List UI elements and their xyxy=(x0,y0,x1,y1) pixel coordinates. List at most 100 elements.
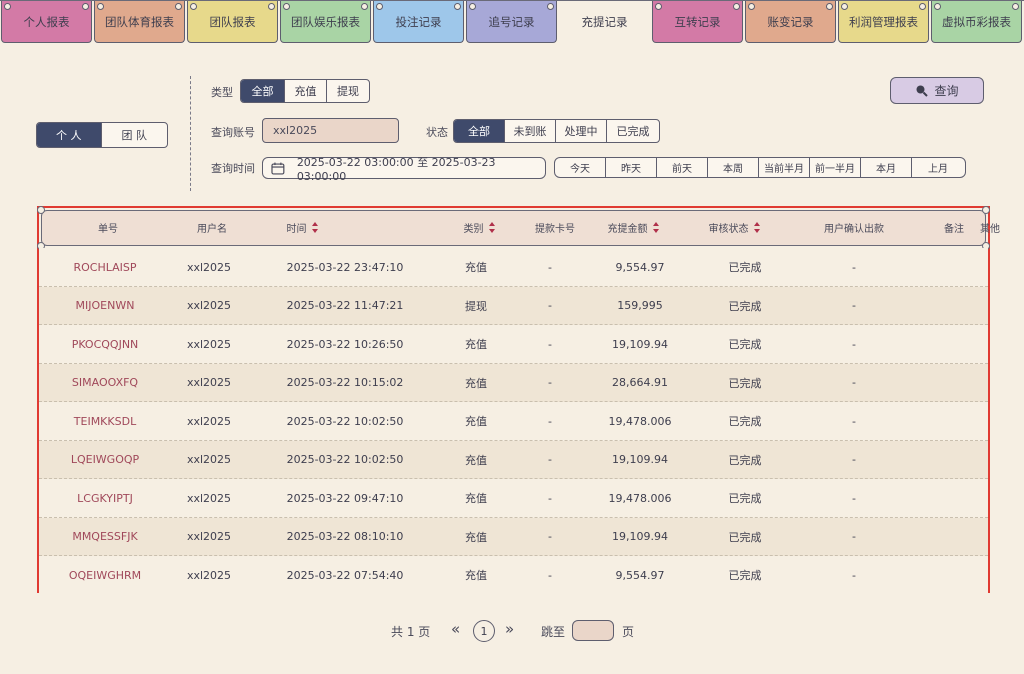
table-row[interactable]: MIJOENWN xxl2025 2025-03-22 11:47:21 提现 - 159… xyxy=(39,286,988,325)
tab-1[interactable]: 团队体育报表 xyxy=(94,1,185,43)
tab-6[interactable]: 充提记录 xyxy=(559,1,650,43)
table-row[interactable]: TEIMKKSDL xxl2025 2025-03-22 10:02:50 充值 - 19… xyxy=(39,402,988,441)
tab-3[interactable]: 团队娱乐报表 xyxy=(280,1,371,43)
column-header-8: 备注 xyxy=(936,211,972,244)
cell-category: 充值 xyxy=(465,338,487,351)
table-row[interactable]: LCGKYIPTJ xxl2025 2025-03-22 09:47:10 充值 - 19… xyxy=(39,479,988,518)
table-row[interactable]: MMQESSFJK xxl2025 2025-03-22 08:10:10 充值 - 19… xyxy=(39,517,988,556)
page-number-current[interactable]: 1 xyxy=(473,620,495,642)
column-header-3[interactable]: 类别 xyxy=(449,211,509,244)
status-option-1[interactable]: 未到账 xyxy=(505,120,556,142)
tab-4[interactable]: 投注记录 xyxy=(373,1,464,43)
tab-label: 个人报表 xyxy=(23,14,70,29)
column-header-label: 审核状态 xyxy=(708,224,749,235)
column-header-2[interactable]: 时间 xyxy=(227,211,377,244)
cell-order-id[interactable]: OQEIWGHRM xyxy=(50,556,160,594)
search-icon xyxy=(916,85,929,97)
cell-card-number: - xyxy=(548,453,552,466)
cell-username: xxl2025 xyxy=(186,299,232,312)
scope-option-1[interactable]: 团 队 xyxy=(102,123,168,147)
quick-range-4[interactable]: 当前半月 xyxy=(759,158,810,177)
cell-order-id[interactable]: LQEIWGOQP xyxy=(50,441,160,479)
tab-label: 团队体育报表 xyxy=(105,14,174,29)
column-header-5[interactable]: 充提金额 xyxy=(588,211,678,244)
quick-range-2[interactable]: 前天 xyxy=(657,158,708,177)
table-header: 单号 用户名 时间 类别 提款卡号 充提金额 审核状态 用户确认出款 备注 其他 xyxy=(37,206,1000,250)
cell-user-confirm: - xyxy=(852,453,856,466)
quick-range-3[interactable]: 本周 xyxy=(708,158,759,177)
table-row[interactable]: SIMAOOXFQ xxl2025 2025-03-22 10:15:02 充值 - 28… xyxy=(39,363,988,402)
type-option-0[interactable]: 全部 xyxy=(241,80,285,102)
prev-page-button[interactable]: « xyxy=(451,620,460,638)
status-filter: 全部 未到账 处理中 已完成 xyxy=(453,119,660,143)
tab-2[interactable]: 团队报表 xyxy=(187,1,278,43)
cell-order-id[interactable]: TEIMKKSDL xyxy=(50,402,160,440)
quick-range-5[interactable]: 前一半月 xyxy=(810,158,861,177)
column-header-label: 单号 xyxy=(98,224,118,235)
table-row[interactable]: ROCHLAISP xxl2025 2025-03-22 23:47:10 充值 - 9,… xyxy=(39,248,988,287)
cell-card-number: - xyxy=(548,491,552,505)
cell-order-id[interactable]: MMQESSFJK xyxy=(50,518,160,556)
tab-label: 团队娱乐报表 xyxy=(291,14,360,29)
cell-category: 充值 xyxy=(465,492,487,505)
tab-corner-knob xyxy=(82,3,89,10)
total-pages: 共 1 页 xyxy=(391,625,431,639)
tab-8[interactable]: 账变记录 xyxy=(745,1,836,43)
table-body: ROCHLAISP xxl2025 2025-03-22 23:47:10 充值 - 9,… xyxy=(39,248,988,595)
quick-range-6[interactable]: 本月 xyxy=(861,158,912,177)
pagination: 共 1 页 « 1 » 跳至 页 xyxy=(0,620,1024,642)
sort-icon[interactable] xyxy=(753,222,760,233)
type-option-2[interactable]: 提现 xyxy=(327,80,369,102)
account-input[interactable]: xxl2025 xyxy=(262,118,399,143)
tab-7[interactable]: 互转记录 xyxy=(652,1,743,43)
query-button[interactable]: 查询 xyxy=(890,77,984,104)
tab-10[interactable]: 虚拟币彩报表 xyxy=(931,1,1022,43)
sort-icon[interactable] xyxy=(652,222,659,233)
column-header-label: 类别 xyxy=(463,224,484,235)
status-option-2[interactable]: 处理中 xyxy=(556,120,607,142)
tab-0[interactable]: 个人报表 xyxy=(1,1,92,43)
date-range-picker[interactable]: 2025-03-22 03:00:00 至 2025-03-23 03:00:0… xyxy=(262,156,546,183)
jump-page-input[interactable] xyxy=(572,620,614,641)
quick-range-0[interactable]: 今天 xyxy=(555,158,606,177)
sort-icon[interactable] xyxy=(488,222,495,233)
table-row[interactable]: PKOCQQJNN xxl2025 2025-03-22 10:26:50 充值 - 19… xyxy=(39,325,988,364)
tab-5[interactable]: 追号记录 xyxy=(466,1,557,43)
tab-corner-knob xyxy=(361,3,368,10)
cell-order-id[interactable]: LCGKYIPTJ xyxy=(50,479,160,517)
type-option-1[interactable]: 充值 xyxy=(285,80,327,102)
cell-time: 2025-03-22 11:47:21 xyxy=(286,299,404,312)
cell-time: 2025-03-22 10:02:50 xyxy=(286,453,404,466)
next-page-button[interactable]: » xyxy=(505,620,514,638)
column-header-6[interactable]: 审核状态 xyxy=(696,211,772,244)
tab-corner-knob xyxy=(454,3,461,10)
calendar-icon xyxy=(271,162,285,175)
cell-amount: 19,109.94 xyxy=(612,530,668,543)
quick-range-1[interactable]: 昨天 xyxy=(606,158,657,177)
sort-icon[interactable] xyxy=(311,222,318,233)
cell-order-id[interactable]: MIJOENWN xyxy=(50,287,160,325)
cell-order-id[interactable]: SIMAOOXFQ xyxy=(50,364,160,402)
jump-label: 跳至 xyxy=(541,625,566,639)
cell-username: xxl2025 xyxy=(186,337,232,351)
status-option-0[interactable]: 全部 xyxy=(454,120,505,142)
cell-card-number: - xyxy=(548,260,552,274)
quick-range-7[interactable]: 上月 xyxy=(912,158,964,177)
cell-user-confirm: - xyxy=(852,414,856,428)
tab-9[interactable]: 利润管理报表 xyxy=(838,1,929,43)
tab-label: 互转记录 xyxy=(674,14,721,29)
tab-corner-knob xyxy=(919,3,926,10)
cell-order-id[interactable]: ROCHLAISP xyxy=(50,248,160,286)
status-option-3[interactable]: 已完成 xyxy=(607,120,659,142)
table-row[interactable]: LQEIWGOQP xxl2025 2025-03-22 10:02:50 充值 - 19… xyxy=(39,440,988,479)
tab-corner-knob xyxy=(97,3,104,10)
cell-amount: 19,109.94 xyxy=(612,337,668,351)
column-header-label: 其他 xyxy=(980,224,1000,235)
tab-corner-knob xyxy=(655,3,662,10)
status-label: 状态 xyxy=(426,126,448,139)
scope-option-0[interactable]: 个 人 xyxy=(37,123,102,147)
table-row[interactable]: OQEIWGHRM xxl2025 2025-03-22 07:54:40 充值 - 9,… xyxy=(39,556,988,595)
account-label: 查询账号 xyxy=(211,126,255,139)
filter-divider xyxy=(190,76,191,191)
cell-order-id[interactable]: PKOCQQJNN xyxy=(50,325,160,363)
